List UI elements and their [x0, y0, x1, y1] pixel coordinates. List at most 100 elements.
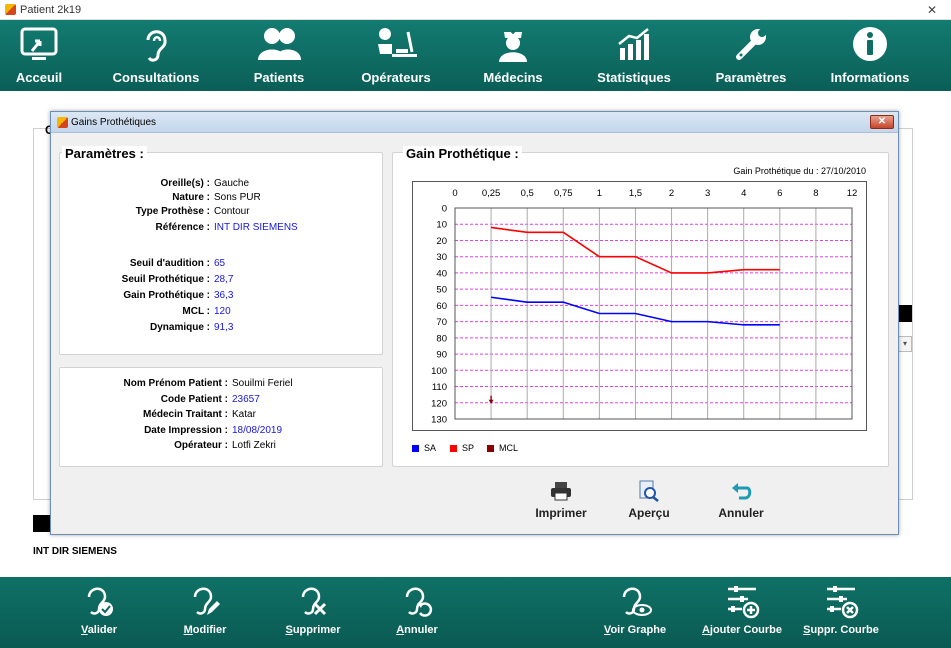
gain-title: Gain Prothétique :	[403, 146, 522, 161]
app-icon	[5, 4, 16, 15]
param-key: Opérateur :	[174, 440, 228, 451]
background-reference-label: INT DIR SIEMENS	[33, 546, 117, 557]
wrench-icon	[736, 29, 766, 60]
param-value: Souilmi Feriel	[232, 378, 293, 389]
x-tick-label: 2	[669, 188, 674, 199]
param-value: 23657	[232, 393, 260, 405]
x-tick-label: 1,5	[629, 188, 642, 199]
validate-label: Valider	[80, 624, 118, 636]
print-button[interactable]: Imprimer	[531, 480, 591, 520]
background-dropdown[interactable]: ▾	[898, 336, 912, 352]
printer-icon	[551, 482, 571, 501]
dialog-close-button[interactable]: ✕	[870, 115, 894, 129]
param-key: Dynamique :	[149, 322, 210, 333]
x-tick-label: 0,25	[482, 188, 501, 199]
param-key: Code Patient :	[160, 393, 228, 405]
delete-label: Supprimer	[285, 624, 341, 636]
gain-chart: 0 10 20 30 40 50 60 70 80 90 100 110 120 130 0 0,25 0,5 0…	[412, 181, 867, 431]
param-value: Katar	[232, 409, 256, 420]
window-close-button[interactable]: ✕	[925, 3, 939, 17]
preview-button[interactable]: Aperçu	[623, 480, 675, 520]
top-navigation: Acceuil Consultations Patients Opérateur…	[0, 20, 951, 91]
x-tick-label: 0,5	[521, 188, 534, 199]
legend-item-sp: SP	[450, 443, 474, 453]
legend-label: SP	[462, 443, 475, 453]
param-key: Référence :	[155, 222, 210, 233]
nav-label: Acceuil	[15, 70, 63, 85]
param-row: Nature : Sons PUR	[59, 192, 261, 203]
param-key: Médecin Traitant :	[142, 409, 228, 420]
view-graph-label: Voir Graphe	[603, 624, 667, 636]
param-row: Seuil d'audition : 65	[59, 258, 225, 269]
nav-label: Médecins	[483, 70, 543, 85]
nav-medecins[interactable]: Médecins	[479, 20, 547, 91]
nav-statistiques[interactable]: Statistiques	[592, 20, 676, 91]
undo-button[interactable]: Annuler	[392, 577, 442, 648]
y-tick-label: 0	[442, 204, 447, 215]
ear-edit-icon	[193, 587, 220, 615]
view-graph-button[interactable]: Voir Graphe	[600, 577, 670, 648]
y-tick-label: 130	[431, 415, 447, 426]
preview-label: Aperçu	[628, 506, 670, 520]
x-tick-label: 1	[597, 188, 602, 199]
gain-chart-svg: 0 10 20 30 40 50 60 70 80 90 100 110 120 130 0 0,25 0,5 0…	[431, 188, 858, 426]
param-value: 91,3	[214, 322, 234, 333]
nav-parametres[interactable]: Paramètres	[708, 20, 794, 91]
x-tick-label: 12	[847, 188, 858, 199]
y-tick-label: 70	[436, 317, 447, 328]
param-key: Gain Prothétique :	[123, 290, 210, 301]
y-tick-label: 20	[436, 236, 447, 247]
nav-label: Consultations	[112, 70, 200, 85]
background-color-swatch[interactable]	[33, 515, 51, 532]
x-tick-label: 0,75	[554, 188, 573, 199]
legend-swatch	[450, 445, 457, 453]
add-curve-button[interactable]: Ajouter Courbe	[700, 577, 784, 648]
nav-consultations[interactable]: Consultations	[108, 20, 204, 91]
dialog-title: Gains Prothétiques	[71, 117, 157, 128]
nav-patients[interactable]: Patients	[248, 20, 310, 91]
nav-informations[interactable]: Informations	[822, 20, 918, 91]
bottom-toolbar: Valider Modifier Supprimer Annuler Voir …	[0, 577, 951, 648]
legend-item-mcl: MCL	[487, 443, 518, 453]
dialog-titlebar: Gains Prothétiques ✕	[51, 112, 898, 133]
param-key: Oreille(s) :	[160, 178, 210, 189]
params-title: Paramètres :	[62, 146, 147, 161]
cancel-button[interactable]: Annuler	[713, 480, 769, 520]
param-value: Gauche	[214, 178, 250, 189]
sliders-remove-icon	[827, 586, 859, 619]
param-value: Sons PUR	[214, 192, 261, 203]
nav-operateurs[interactable]: Opérateurs	[354, 20, 438, 91]
param-value: 65	[214, 258, 226, 269]
ear-undo-icon	[405, 587, 433, 617]
delete-button[interactable]: Supprimer	[280, 577, 346, 648]
ear-view-icon	[622, 587, 652, 616]
y-tick-label: 10	[436, 220, 447, 231]
nav-label: Informations	[830, 70, 910, 85]
nav-label: Statistiques	[597, 70, 671, 85]
param-row: Oreille(s) : Gauche	[59, 178, 250, 189]
nav-acceuil[interactable]: Acceuil	[10, 20, 68, 91]
param-value: Contour	[214, 206, 250, 217]
background-color-swatch[interactable]	[898, 305, 912, 322]
param-key: Seuil d'audition :	[129, 258, 210, 269]
remove-curve-button[interactable]: Suppr. Courbe	[800, 577, 882, 648]
cancel-label: Annuler	[718, 506, 764, 520]
desk-operator-icon	[378, 28, 417, 57]
param-value: INT DIR SIEMENS	[214, 222, 298, 233]
validate-button[interactable]: Valider	[72, 577, 126, 648]
x-tick-label: 6	[777, 188, 782, 199]
users-icon	[258, 28, 301, 60]
modify-label: Modifier	[183, 624, 227, 636]
nav-label: Paramètres	[715, 70, 787, 85]
param-key: Nature :	[172, 192, 210, 203]
y-tick-label: 120	[431, 398, 447, 409]
param-row: Seuil Prothétique : 28,7	[59, 274, 234, 285]
x-tick-label: 4	[741, 188, 746, 199]
param-key: Date Impression :	[144, 424, 228, 436]
param-value: Lotfi Zekri	[232, 440, 276, 451]
y-tick-label: 50	[436, 285, 447, 296]
chart-icon	[618, 28, 649, 60]
y-tick-label: 100	[431, 366, 447, 377]
modify-button[interactable]: Modifier	[176, 577, 234, 648]
x-tick-label: 0	[452, 188, 457, 199]
